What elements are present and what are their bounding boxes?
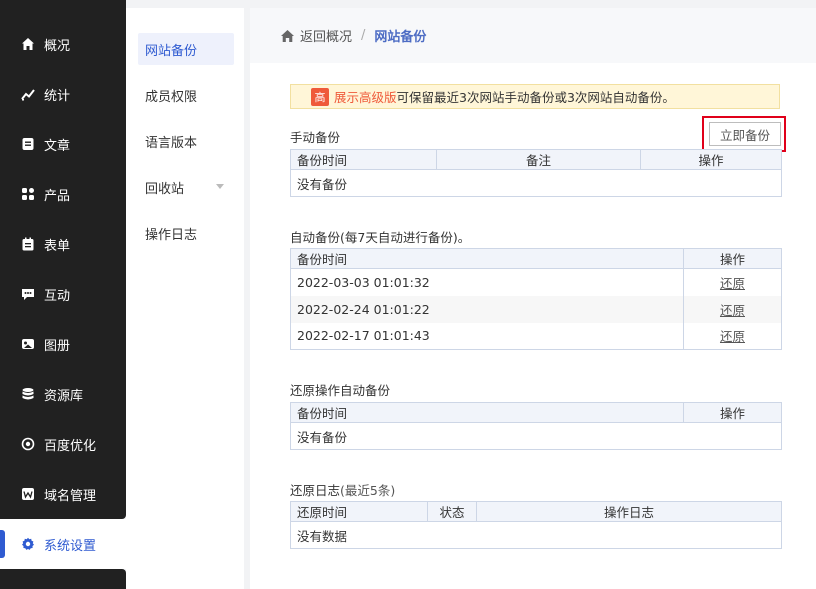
column-header: 状态 [427, 501, 477, 522]
empty-message: 没有备份 [290, 422, 782, 450]
nav-item-label: 互动 [44, 288, 71, 304]
home-icon [280, 29, 295, 43]
backup-time: 2022-02-17 01:01:43 [290, 322, 684, 350]
settings-submenu: 网站备份 成员权限 语言版本 回收站 操作日志 [126, 8, 244, 589]
auto-backup-table: 备份时间 操作 2022-03-03 01:01:32 还原 2022-02-2… [290, 248, 782, 350]
grid-icon [21, 187, 35, 201]
restore-link[interactable]: 还原 [720, 329, 745, 344]
nav-item-resources[interactable]: 资源库 [0, 369, 126, 419]
restore-auto-backup-title: 还原操作自动备份 [290, 383, 391, 398]
auto-backup-title: 自动备份(每7天自动进行备份)。 [290, 230, 471, 245]
submenu-item-recycle-bin[interactable]: 回收站 [138, 171, 234, 203]
nav-item-settings[interactable]: 系统设置 [0, 519, 126, 569]
nav-item-seo[interactable]: 百度优化 [0, 419, 126, 469]
chart-icon [21, 87, 35, 101]
restore-link[interactable]: 还原 [720, 276, 745, 291]
breadcrumb-current: 网站备份 [374, 30, 427, 45]
submenu-item-permissions[interactable]: 成员权限 [138, 79, 234, 111]
column-header: 操作 [683, 248, 782, 269]
submenu-item-operation-log[interactable]: 操作日志 [138, 217, 234, 249]
nav-item-articles[interactable]: 文章 [0, 119, 126, 169]
column-header: 操作日志 [476, 501, 782, 522]
upgrade-notice: 高 展示高级版 可保留最近3次网站手动备份或3次网站自动备份。 [290, 84, 780, 109]
nav-item-label: 产品 [44, 188, 71, 204]
empty-message: 没有备份 [290, 169, 782, 197]
column-header: 操作 [640, 149, 782, 170]
premium-badge: 高 [311, 87, 329, 106]
form-icon [21, 237, 35, 251]
column-header: 备份时间 [290, 402, 684, 423]
column-header: 备份时间 [290, 248, 684, 269]
restore-log-table: 还原时间 状态 操作日志 没有数据 [290, 501, 782, 549]
column-header: 还原时间 [290, 501, 428, 522]
nav-item-label: 统计 [44, 88, 71, 104]
manual-backup-table: 备份时间 备注 操作 没有备份 [290, 149, 782, 197]
nav-item-label: 文章 [44, 138, 71, 154]
active-indicator [0, 530, 5, 558]
nav-item-label: 表单 [44, 238, 71, 254]
nav-item-stats[interactable]: 统计 [0, 69, 126, 119]
nav-item-label: 系统设置 [44, 538, 97, 554]
nav-item-label: 百度优化 [44, 438, 97, 454]
restore-log-title: 还原日志(最近5条) [290, 483, 396, 498]
main-nav: 概况 统计 文章 产品 表单 互动 图册 资源库 百度优化 域名管理 系统设置 [0, 0, 126, 589]
breadcrumb-separator: / [361, 28, 366, 43]
restore-link[interactable]: 还原 [720, 303, 745, 318]
album-icon [21, 337, 35, 351]
gear-icon [21, 537, 35, 551]
empty-message: 没有数据 [290, 521, 782, 549]
column-header: 备注 [436, 149, 641, 170]
backup-time: 2022-03-03 01:01:32 [290, 268, 684, 296]
backup-now-button[interactable]: 立即备份 [709, 122, 781, 146]
nav-item-domain[interactable]: 域名管理 [0, 469, 126, 519]
chat-icon [21, 287, 35, 301]
notice-text: 可保留最近3次网站手动备份或3次网站自动备份。 [396, 90, 675, 105]
manual-backup-title: 手动备份 [290, 130, 341, 145]
column-header: 备份时间 [290, 149, 437, 170]
restore-auto-backup-table: 备份时间 操作 没有备份 [290, 402, 782, 450]
nav-item-label: 资源库 [44, 388, 84, 404]
seo-icon [21, 437, 35, 451]
submenu-item-backup[interactable]: 网站备份 [138, 33, 234, 65]
nav-item-album[interactable]: 图册 [0, 319, 126, 369]
article-icon [21, 137, 35, 151]
nav-item-interaction[interactable]: 互动 [0, 269, 126, 319]
backup-time: 2022-02-24 01:01:22 [290, 295, 684, 323]
table-row: 2022-02-24 01:01:22 还原 [290, 295, 782, 323]
nav-item-label: 域名管理 [44, 488, 97, 504]
nav-item-label: 图册 [44, 338, 71, 354]
table-row: 2022-03-03 01:01:32 还原 [290, 268, 782, 296]
nav-item-forms[interactable]: 表单 [0, 219, 126, 269]
breadcrumb: 返回概况 / 网站备份 [250, 8, 816, 63]
breadcrumb-back-link[interactable]: 返回概况 [300, 26, 352, 45]
home-icon [21, 37, 35, 51]
nav-item-products[interactable]: 产品 [0, 169, 126, 219]
upgrade-link[interactable]: 展示高级版 [334, 87, 397, 106]
domain-icon [21, 487, 35, 501]
table-row: 2022-02-17 01:01:43 还原 [290, 322, 782, 350]
nav-item-label: 概况 [44, 38, 71, 54]
submenu-item-language[interactable]: 语言版本 [138, 125, 234, 157]
chevron-down-icon [216, 184, 224, 189]
nav-item-overview[interactable]: 概况 [0, 19, 126, 69]
restore-log-subtitle: (最近5条) [340, 483, 396, 498]
database-icon [21, 387, 35, 401]
column-header: 操作 [683, 402, 782, 423]
